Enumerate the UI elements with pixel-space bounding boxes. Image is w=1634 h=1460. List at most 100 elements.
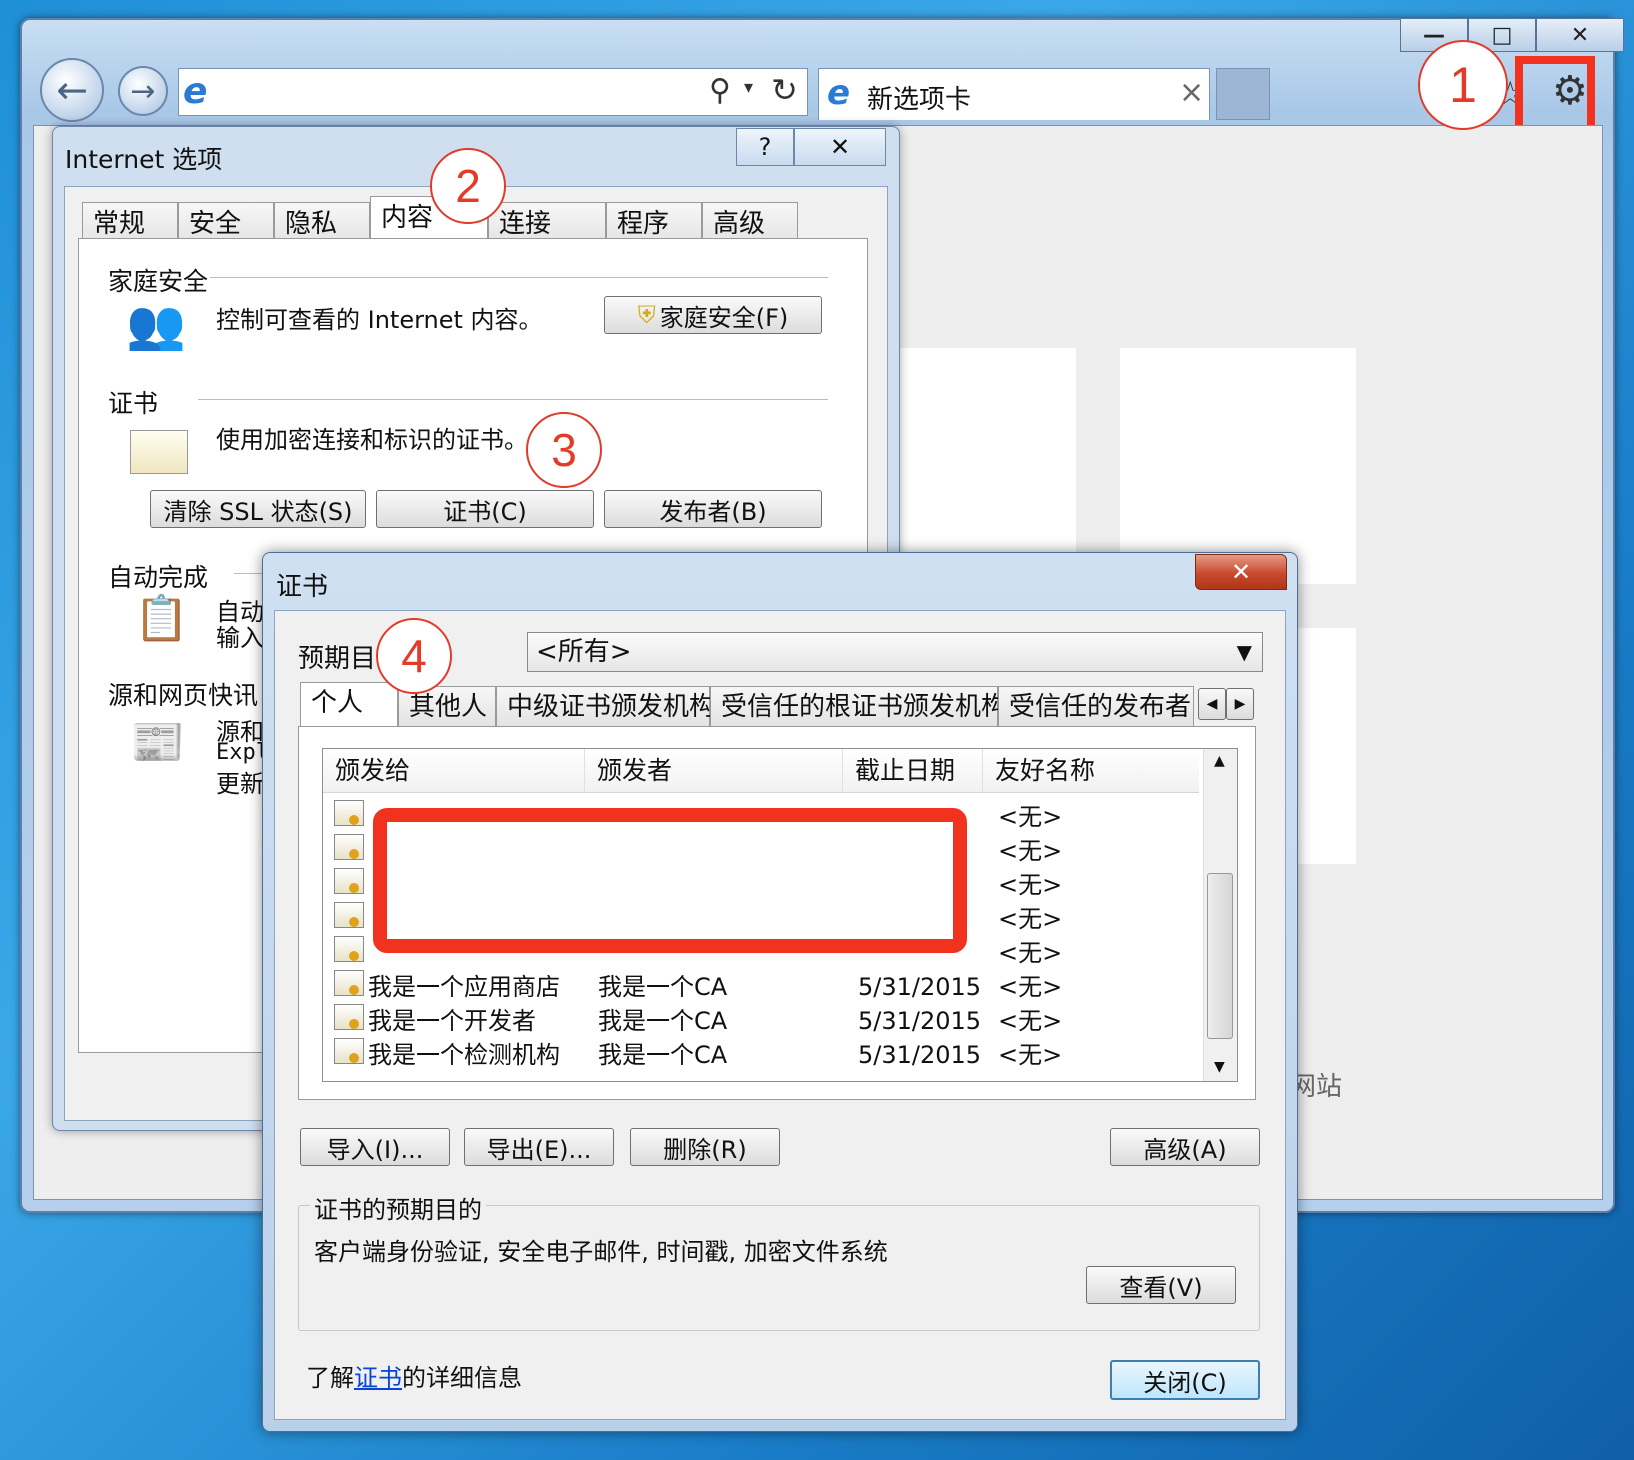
feeds-icon: 📰: [130, 717, 185, 768]
column-expiration[interactable]: 截止日期: [843, 749, 983, 793]
view-button[interactable]: 查看(V): [1086, 1266, 1236, 1304]
issued-to-cell: 我是一个应用商店: [368, 973, 560, 1001]
dialog-title: Internet 选项: [65, 145, 223, 174]
table-row[interactable]: 我是一个检测机构 我是一个CA 5/31/2015 <无>: [330, 1038, 1190, 1072]
certificate-icon: [334, 902, 364, 928]
publishers-button[interactable]: 发布者(B): [604, 490, 822, 528]
autocomplete-icon: 📋: [134, 593, 189, 644]
address-bar[interactable]: e ⚲ ▾ ↻: [178, 68, 808, 116]
step-callout: 3: [526, 412, 602, 488]
certificates-button[interactable]: 证书(C): [376, 490, 594, 528]
family-safety-button[interactable]: ⛨ 家庭安全(F): [604, 296, 822, 334]
friendly-name-cell: <无>: [998, 803, 1063, 831]
close-dialog-button[interactable]: ✕: [794, 128, 886, 166]
import-button[interactable]: 导入(I)...: [300, 1128, 450, 1166]
learn-more-text: 了解证书的详细信息: [306, 1358, 522, 1393]
redaction-box: [373, 808, 967, 953]
learn-more-suffix: 的详细信息: [402, 1364, 522, 1392]
help-button[interactable]: ?: [736, 128, 794, 166]
certificate-icon: [334, 800, 364, 826]
issued-to-cell: 我是一个检测机构: [368, 1041, 560, 1069]
export-button[interactable]: 导出(E)...: [464, 1128, 614, 1166]
section-heading: 家庭安全: [108, 267, 209, 296]
advanced-button[interactable]: 高级(A): [1110, 1128, 1260, 1166]
family-safety-description: 控制可查看的 Internet 内容。: [216, 306, 543, 334]
expiration-cell: 5/31/2015: [858, 973, 982, 1001]
section-heading: 源和网页快讯: [108, 681, 259, 710]
dialog-title: 证书: [276, 572, 329, 602]
certificate-icon: [130, 430, 188, 474]
forward-arrow-icon: →: [130, 73, 156, 109]
certificate-icon: [334, 834, 364, 860]
clear-ssl-button[interactable]: 清除 SSL 状态(S): [150, 490, 366, 528]
chevron-down-icon: ▼: [1236, 640, 1252, 664]
new-tab-button[interactable]: [1216, 68, 1270, 120]
certificate-icon: [334, 1004, 364, 1030]
tab-intermediate-ca[interactable]: 中级证书颁发机构: [496, 686, 715, 726]
back-button[interactable]: ←: [40, 58, 104, 122]
expiration-cell: 5/31/2015: [858, 1007, 982, 1035]
forward-button[interactable]: →: [118, 66, 168, 116]
close-window-button[interactable]: ✕: [1536, 18, 1624, 52]
purpose-value: <所有>: [536, 637, 632, 667]
friendly-name-cell: <无>: [998, 939, 1063, 967]
certificate-icon: [334, 970, 364, 996]
tab-close-button[interactable]: ×: [1179, 75, 1204, 110]
scroll-up-icon[interactable]: ▲: [1214, 753, 1225, 769]
table-row[interactable]: 我是一个开发者 我是一个CA 5/31/2015 <无>: [330, 1004, 1190, 1038]
tile[interactable]: [1120, 348, 1356, 584]
issued-by-cell: 我是一个CA: [598, 1041, 728, 1069]
family-users-icon: 👥: [126, 297, 186, 353]
tab-personal[interactable]: 个人: [300, 682, 398, 728]
close-button[interactable]: 关闭(C): [1110, 1360, 1260, 1400]
feeds-text: 更新: [216, 770, 264, 798]
friendly-name-cell: <无>: [998, 871, 1063, 899]
close-dialog-button[interactable]: ✕: [1195, 554, 1287, 590]
column-issued-by[interactable]: 颁发者: [585, 749, 843, 793]
certificates-help-link[interactable]: 证书: [354, 1364, 402, 1392]
search-icon[interactable]: ⚲: [709, 73, 731, 108]
issued-by-cell: 我是一个CA: [598, 973, 728, 1001]
column-issued-to[interactable]: 颁发给: [323, 749, 585, 793]
tab-title: 新选项卡: [867, 85, 972, 115]
issued-to-cell: 我是一个开发者: [368, 1007, 536, 1035]
tab-scroll-left-button[interactable]: ◀: [1198, 688, 1226, 720]
purpose-select[interactable]: <所有> ▼: [527, 632, 1263, 672]
friendly-name-cell: <无>: [998, 973, 1063, 1001]
tile[interactable]: [900, 348, 1076, 584]
divider: [210, 277, 828, 278]
section-heading: 证书: [108, 389, 159, 418]
family-safety-button-label: 家庭安全(F): [659, 303, 789, 332]
learn-more-prefix: 了解: [306, 1364, 354, 1392]
certificate-icon: [334, 1038, 364, 1064]
autocomplete-text: 输入: [216, 624, 264, 652]
step-callout: 4: [376, 618, 452, 694]
tab-scroll-right-button[interactable]: ▶: [1226, 688, 1254, 720]
ie-logo-icon: e: [183, 71, 208, 112]
section-heading: 自动完成: [108, 563, 209, 592]
window-controls: — □ ✕: [1400, 18, 1624, 52]
remove-button[interactable]: 删除(R): [630, 1128, 780, 1166]
purposes-text: 客户端身份验证, 安全电子邮件, 时间戳, 加密文件系统: [314, 1238, 888, 1266]
divider: [198, 399, 828, 400]
browser-tab[interactable]: e 新选项卡 ×: [818, 68, 1210, 120]
list-scrollbar[interactable]: ▲ ▼: [1203, 749, 1237, 1081]
table-row[interactable]: 我是一个应用商店 我是一个CA 5/31/2015 <无>: [330, 970, 1190, 1004]
expiration-cell: 5/31/2015: [858, 1041, 982, 1069]
issued-by-cell: 我是一个CA: [598, 1007, 728, 1035]
friendly-name-cell: <无>: [998, 1007, 1063, 1035]
column-friendly-name[interactable]: 友好名称: [983, 749, 1199, 793]
scroll-down-icon[interactable]: ▼: [1214, 1059, 1225, 1075]
refresh-icon[interactable]: ↻: [771, 71, 798, 109]
tab-scroll-buttons: ◀ ▶: [1198, 688, 1254, 720]
dropdown-icon[interactable]: ▾: [744, 77, 753, 98]
certificate-icon: [334, 868, 364, 894]
tab-trusted-root-ca[interactable]: 受信任的根证书颁发机构: [710, 686, 1007, 726]
purposes-heading: 证书的预期目的: [310, 1190, 486, 1225]
tab-trusted-publishers[interactable]: 受信任的发布者: [998, 686, 1194, 726]
friendly-name-cell: <无>: [998, 837, 1063, 865]
dialog-title-buttons: ? ✕: [736, 128, 886, 166]
scroll-thumb[interactable]: [1207, 873, 1233, 1039]
certificate-icon: [334, 936, 364, 962]
step-callout: 2: [430, 148, 506, 224]
